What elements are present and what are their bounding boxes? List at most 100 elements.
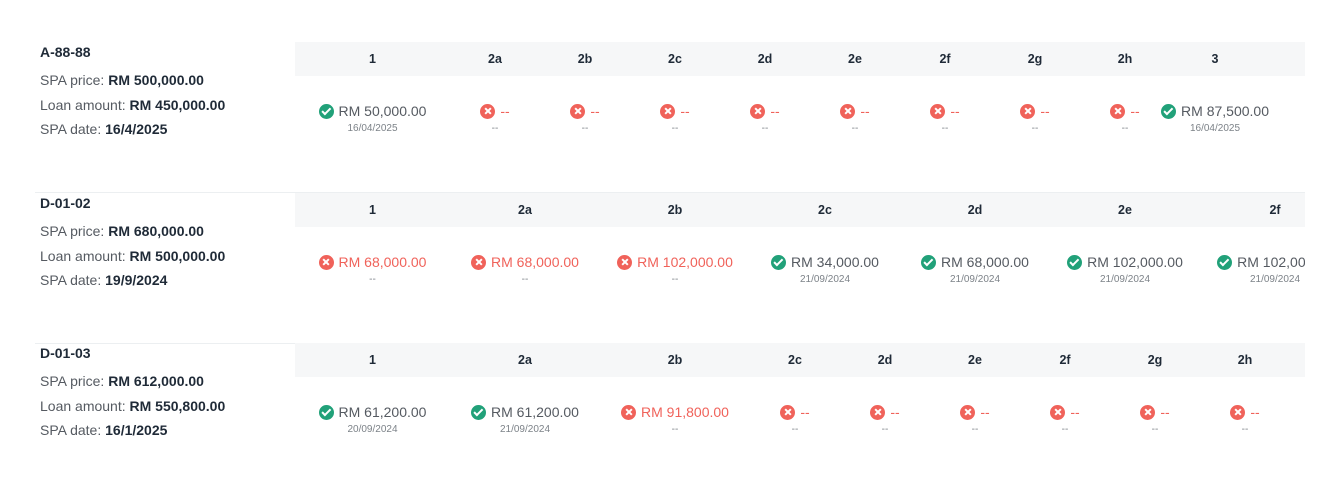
- stage-label: 2g: [1147, 353, 1163, 367]
- unit-code[interactable]: D-01-02: [40, 193, 290, 213]
- unit-code[interactable]: D-01-03: [40, 343, 290, 363]
- stage-label: 2c: [668, 52, 682, 66]
- stage-cell[interactable]: -- --: [990, 76, 1080, 136]
- stage-cell[interactable]: RM 61,200.00 21/09/2024: [450, 377, 600, 437]
- loan-amount-label: Loan amount:: [40, 96, 126, 113]
- x-circle-icon: [1020, 103, 1036, 119]
- payment-date: 21/09/2024: [1249, 274, 1301, 285]
- stage-column: 3 RM 87,500.00 16/04/2025: [1161, 42, 1269, 136]
- stage-label: 2d: [757, 52, 773, 66]
- stage-cell[interactable]: RM 102,000.00 --: [600, 227, 750, 287]
- payment-status: --: [720, 101, 810, 121]
- stage-cell[interactable]: -- --: [840, 377, 930, 437]
- stage-cell[interactable]: RM 102,000.00 21/09/2024: [1200, 227, 1305, 287]
- payment-amount: --: [1040, 103, 1050, 119]
- payment-date: --: [581, 123, 589, 134]
- stage-label: 1: [369, 52, 376, 66]
- check-circle-icon: [1161, 103, 1177, 119]
- payment-status: --: [900, 101, 990, 121]
- stage-label: 2f: [1269, 203, 1281, 217]
- payment-date: --: [491, 123, 499, 134]
- stage-cell[interactable]: RM 68,000.00 21/09/2024: [900, 227, 1050, 287]
- payment-date: --: [761, 123, 769, 134]
- payment-date: --: [1151, 424, 1159, 435]
- stage-cell[interactable]: RM 87,500.00 16/04/2025: [1161, 76, 1269, 136]
- x-circle-icon: [471, 254, 487, 270]
- loan-amount-value: RM 450,000.00: [129, 96, 226, 113]
- payment-date: 21/09/2024: [1099, 274, 1151, 285]
- stage-cell[interactable]: RM 68,000.00 --: [295, 227, 450, 287]
- x-circle-icon: [570, 103, 586, 119]
- stage-label: 3: [1211, 52, 1219, 66]
- stage-column: 2e -- --: [930, 343, 1020, 437]
- stage-cell[interactable]: -- --: [450, 76, 540, 136]
- stage-cell[interactable]: -- --: [900, 76, 990, 136]
- stage-cell[interactable]: -- --: [1020, 377, 1110, 437]
- stage-cell[interactable]: -- --: [630, 76, 720, 136]
- stage-cell[interactable]: -- --: [1080, 76, 1170, 136]
- unit-info: D-01-03 SPA price: RM 612,000.00 Loan am…: [40, 343, 290, 443]
- stage-column: 2a -- --: [450, 42, 540, 136]
- spa-date-row: SPA date: 16/1/2025: [40, 418, 290, 443]
- stage-column: 2d RM 68,000.00 21/09/2024: [900, 193, 1050, 287]
- stage-label: 2b: [667, 353, 683, 367]
- payment-date: --: [881, 424, 889, 435]
- loan-amount-label: Loan amount:: [40, 247, 126, 264]
- stage-cell[interactable]: -- --: [720, 76, 810, 136]
- spa-date-label: SPA date:: [40, 272, 102, 288]
- payment-status: RM 91,800.00: [600, 402, 750, 422]
- unit-card: D-01-02 SPA price: RM 680,000.00 Loan am…: [35, 193, 1305, 344]
- x-circle-icon: [1230, 404, 1246, 420]
- spa-price-row: SPA price: RM 500,000.00: [40, 68, 290, 93]
- payment-date: --: [671, 123, 679, 134]
- stage-cell[interactable]: RM 61,200.00 20/09/2024: [295, 377, 450, 437]
- payment-amount: RM 102,000.00: [1087, 254, 1183, 270]
- stage-label: 2c: [788, 353, 802, 367]
- unit-code[interactable]: A-88-88: [40, 42, 290, 62]
- payment-amount: --: [680, 103, 690, 119]
- x-circle-icon: [750, 103, 766, 119]
- stage-label: 2h: [1117, 52, 1133, 66]
- payment-amount: RM 102,000.00: [1237, 254, 1305, 270]
- payment-amount: RM 68,000.00: [491, 254, 579, 270]
- payment-amount: --: [1070, 404, 1080, 420]
- stage-label: 2a: [488, 52, 502, 66]
- payment-date: --: [851, 123, 859, 134]
- payment-date: 21/09/2024: [949, 274, 1001, 285]
- stage-cell[interactable]: RM 91,800.00 --: [600, 377, 750, 437]
- stage-label: 2g: [1027, 52, 1043, 66]
- spa-price-row: SPA price: RM 612,000.00: [40, 369, 290, 394]
- stage-cell[interactable]: -- --: [750, 377, 840, 437]
- stage-cell[interactable]: -- --: [810, 76, 900, 136]
- stage-cell[interactable]: RM 34,000.00 21/09/2024: [750, 227, 900, 287]
- payment-status: --: [990, 101, 1080, 121]
- stage-cell[interactable]: RM 102,000.00 21/09/2024: [1050, 227, 1200, 287]
- payment-amount: --: [1130, 103, 1140, 119]
- spa-date-row: SPA date: 19/9/2024: [40, 268, 290, 293]
- stage-label: 2e: [1118, 203, 1132, 217]
- unit-info: D-01-02 SPA price: RM 680,000.00 Loan am…: [40, 193, 290, 293]
- stage-cell[interactable]: RM 50,000.00 16/04/2025: [295, 76, 450, 136]
- spa-price-value: RM 612,000.00: [108, 373, 204, 389]
- stage-cell[interactable]: -- --: [930, 377, 1020, 437]
- check-circle-icon: [1217, 254, 1233, 270]
- payment-status: --: [750, 402, 840, 422]
- stage-cell[interactable]: -- --: [1200, 377, 1290, 437]
- stage-cell[interactable]: -- --: [540, 76, 630, 136]
- spa-price-value: RM 680,000.00: [108, 223, 204, 239]
- payment-amount: --: [980, 404, 990, 420]
- spa-price-label: SPA price:: [40, 72, 105, 88]
- x-circle-icon: [1050, 404, 1066, 420]
- stage-cell[interactable]: RM 68,000.00 --: [450, 227, 600, 287]
- spa-price-value: RM 500,000.00: [108, 72, 204, 88]
- payment-amount: --: [500, 103, 510, 119]
- x-circle-icon: [960, 404, 976, 420]
- x-circle-icon: [660, 103, 676, 119]
- stage-cell[interactable]: -- --: [1110, 377, 1200, 437]
- payment-date: --: [521, 274, 529, 285]
- stage-label: 2b: [577, 52, 593, 66]
- stage-column: 2b RM 91,800.00 --: [600, 343, 750, 437]
- payment-status: RM 50,000.00: [295, 101, 450, 121]
- x-circle-icon: [621, 404, 637, 420]
- loan-amount-value: RM 550,800.00: [129, 397, 226, 414]
